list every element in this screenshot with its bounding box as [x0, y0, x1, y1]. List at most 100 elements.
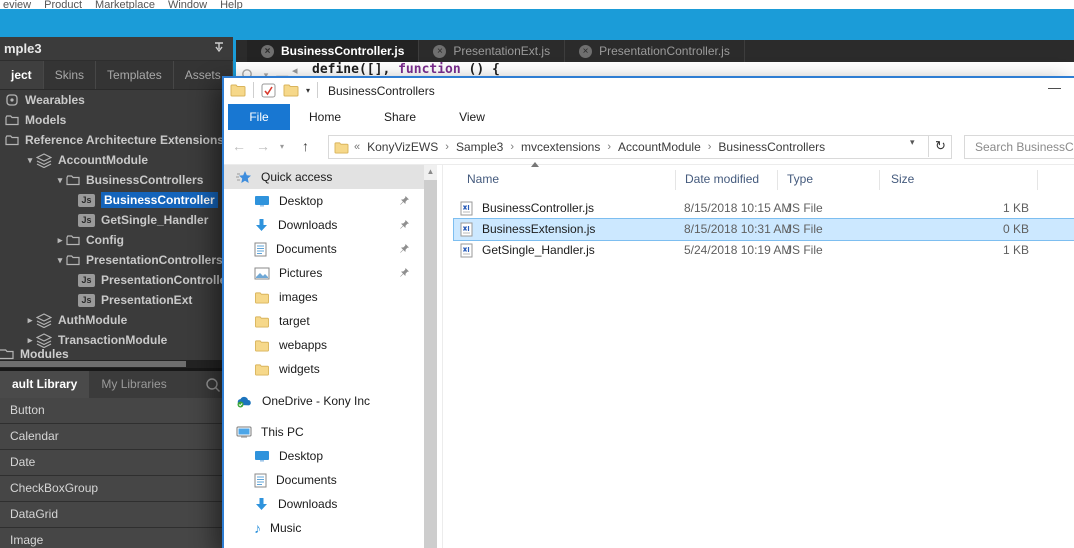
tree-item-accountmodule[interactable]: ▾ AccountModule — [0, 150, 233, 170]
column-header-size[interactable]: Size — [891, 172, 914, 186]
nav-pc-desktop[interactable]: Desktop — [224, 444, 424, 468]
tree-item-presentationcontrollers[interactable]: ▾ PresentationControllers — [0, 250, 233, 270]
nav-desktop[interactable]: Desktop — [224, 189, 424, 213]
tab-skins[interactable]: Skins — [44, 61, 97, 89]
nav-folder-webapps[interactable]: webapps — [224, 333, 424, 357]
breadcrumb-item[interactable]: mvcextensions — [521, 140, 600, 154]
tree-item-getsingle-handler[interactable]: Js GetSingle_Handler — [0, 210, 233, 230]
menu-item[interactable]: Window — [168, 0, 207, 9]
nav-folder-images[interactable]: images — [224, 285, 424, 309]
tab-templates[interactable]: Templates — [96, 61, 174, 89]
expander-closed-icon[interactable]: ▸ — [24, 335, 36, 346]
column-header-date-modified[interactable]: Date modified — [685, 172, 759, 186]
explorer-nav-pane: Quick access Desktop Downloads Documents… — [224, 165, 424, 548]
library-item-button[interactable]: Button — [0, 398, 233, 424]
editor-tab-presentationcontroller[interactable]: × PresentationController.js — [565, 40, 745, 62]
scroll-up-icon[interactable]: ▲ — [424, 165, 437, 179]
library-item-date[interactable]: Date — [0, 450, 233, 476]
nav-onedrive[interactable]: OneDrive - Kony Inc — [224, 389, 424, 413]
nav-folder-widgets[interactable]: widgets — [224, 357, 424, 381]
expander-open-icon[interactable]: ▾ — [24, 155, 36, 166]
file-row-businesscontroller[interactable]: BusinessController.js 8/15/2018 10:15 AM… — [454, 198, 1074, 219]
close-icon[interactable]: × — [433, 44, 447, 58]
breadcrumb-item[interactable]: Sample3 — [456, 140, 503, 154]
properties-check-icon[interactable] — [261, 83, 276, 98]
tab-file[interactable]: File — [228, 104, 290, 130]
close-icon[interactable]: × — [261, 44, 274, 58]
nav-pc-downloads[interactable]: Downloads — [224, 492, 424, 516]
tree-item-config[interactable]: ▸ Config — [0, 230, 233, 250]
menu-item[interactable]: Help — [220, 0, 243, 9]
tree-item-reference-architecture-extensions[interactable]: Reference Architecture Extensions — [0, 130, 233, 150]
nav-quick-access[interactable]: Quick access — [224, 165, 424, 189]
column-header-name[interactable]: Name — [467, 172, 499, 186]
new-folder-icon[interactable] — [283, 83, 299, 97]
forward-icon[interactable]: → — [256, 138, 270, 154]
file-row-getsingle-handler[interactable]: GetSingle_Handler.js 5/24/2018 10:19 AM … — [454, 240, 1074, 261]
up-icon[interactable]: ↑ — [302, 138, 309, 154]
tree-item-models[interactable]: Models — [0, 110, 233, 130]
folder-icon — [66, 174, 80, 186]
expander-closed-icon[interactable]: ▸ — [24, 315, 36, 326]
module-icon — [36, 152, 52, 168]
nav-folder-target[interactable]: target — [224, 309, 424, 333]
library-item-image[interactable]: Image — [0, 528, 233, 548]
search-input[interactable]: Search BusinessControllers — [964, 135, 1074, 159]
library-item-checkboxgroup[interactable]: CheckBoxGroup — [0, 476, 233, 502]
breadcrumb-overflow-icon[interactable]: « — [354, 141, 360, 153]
tab-share[interactable]: Share — [376, 104, 424, 130]
tree-item-wearables[interactable]: Wearables — [0, 90, 233, 110]
chevron-right-icon[interactable]: › — [708, 141, 712, 153]
nav-pictures[interactable]: Pictures — [224, 261, 424, 285]
explorer-titlebar[interactable]: ▾ BusinessControllers — — [224, 78, 1074, 104]
chevron-right-icon[interactable]: › — [607, 141, 611, 153]
nav-pc-documents[interactable]: Documents — [224, 468, 424, 492]
back-icon[interactable]: ← — [232, 138, 246, 154]
nav-documents[interactable]: Documents — [224, 237, 424, 261]
tab-project[interactable]: ject — [0, 61, 44, 89]
nav-scrollbar[interactable]: ▲ — [424, 165, 437, 548]
tab-home[interactable]: Home — [302, 104, 348, 130]
tree-section-modules[interactable]: Modules — [0, 346, 233, 361]
tab-default-library[interactable]: ault Library — [0, 371, 90, 398]
nav-pc-music[interactable]: ♪ Music — [224, 516, 424, 540]
chevron-right-icon[interactable]: › — [510, 141, 514, 153]
address-dropdown-icon[interactable]: ▾ — [910, 137, 915, 148]
menu-item[interactable]: Product — [44, 0, 82, 9]
breadcrumb-item[interactable]: KonyVizEWS — [367, 140, 438, 154]
menu-item[interactable]: eview — [3, 0, 31, 9]
chevron-right-icon[interactable]: › — [445, 141, 449, 153]
recent-locations-icon[interactable]: ▾ — [280, 142, 284, 151]
scrollbar-thumb[interactable] — [424, 180, 437, 548]
editor-tab-businesscontroller[interactable]: × BusinessController.js — [247, 40, 420, 62]
tree-item-presentationcontroller[interactable]: Js PresentationController — [0, 270, 233, 290]
tree-item-businesscontroller[interactable]: Js BusinessController — [0, 190, 233, 210]
tab-my-libraries[interactable]: My Libraries — [89, 371, 178, 398]
breadcrumb-item[interactable]: BusinessControllers — [718, 140, 825, 154]
minimize-icon[interactable]: — — [1048, 80, 1061, 95]
breadcrumb-item[interactable]: AccountModule — [618, 140, 701, 154]
menu-item[interactable]: Marketplace — [95, 0, 155, 9]
qat-customize-icon[interactable]: ▾ — [306, 86, 310, 95]
refresh-icon[interactable]: ↻ — [935, 138, 946, 154]
column-header-type[interactable]: Type — [787, 172, 813, 186]
tree-item-presentationext[interactable]: Js PresentationExt — [0, 290, 233, 310]
nav-downloads[interactable]: Downloads — [224, 213, 424, 237]
expander-open-icon[interactable]: ▾ — [54, 175, 66, 186]
tree-item-authmodule[interactable]: ▸ AuthModule — [0, 310, 233, 330]
tree-item-businesscontrollers[interactable]: ▾ BusinessControllers — [0, 170, 233, 190]
editor-tab-presentationext[interactable]: × PresentationExt.js — [419, 40, 566, 62]
library-item-calendar[interactable]: Calendar — [0, 424, 233, 450]
search-icon[interactable] — [205, 377, 221, 393]
pin-panel-icon[interactable] — [213, 41, 225, 53]
scrollbar-thumb[interactable] — [0, 361, 186, 367]
close-icon[interactable]: × — [579, 44, 593, 58]
expander-closed-icon[interactable]: ▸ — [54, 235, 66, 246]
address-bar[interactable]: « KonyVizEWS › Sample3 › mvcextensions ›… — [328, 135, 952, 159]
file-row-businessextension[interactable]: BusinessExtension.js 8/15/2018 10:31 AM … — [453, 218, 1074, 241]
nav-this-pc[interactable]: This PC — [224, 420, 424, 444]
library-item-datagrid[interactable]: DataGrid — [0, 502, 233, 528]
tab-view[interactable]: View — [450, 104, 494, 130]
expander-open-icon[interactable]: ▾ — [54, 255, 66, 266]
horizontal-scrollbar[interactable] — [0, 360, 233, 368]
